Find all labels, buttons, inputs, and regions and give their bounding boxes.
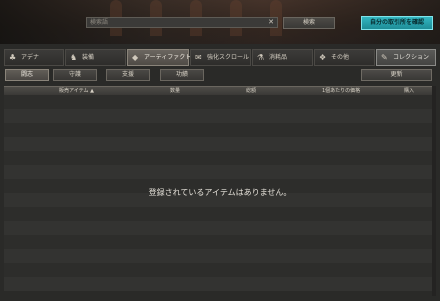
subtab-guardian[interactable]: 守護 <box>53 69 97 81</box>
tab-label: アデナ <box>21 54 40 61</box>
scroll-icon: ✉ <box>195 53 202 62</box>
table-row <box>4 263 432 277</box>
tab-other[interactable]: ❖ その他 <box>314 49 375 66</box>
table-row <box>4 165 432 179</box>
table-row <box>4 277 432 291</box>
column-header-quantity[interactable]: 数量 <box>170 87 180 95</box>
table-row <box>4 249 432 263</box>
table-row <box>4 151 432 165</box>
artifact-icon: ◆ <box>132 53 139 62</box>
tab-label: コレクション <box>393 54 430 61</box>
tab-label: 消耗品 <box>269 54 288 61</box>
tab-equipment[interactable]: ♞ 装備 <box>65 49 126 66</box>
tab-collection[interactable]: ✎ コレクション <box>376 49 436 66</box>
close-icon[interactable]: ✕ <box>268 18 274 27</box>
table-row <box>4 123 432 137</box>
tab-label: アーティファクト <box>144 54 192 61</box>
tab-adena[interactable]: ♣ アデナ <box>4 49 64 66</box>
collection-icon: ✎ <box>381 53 388 62</box>
table-row <box>4 207 432 221</box>
column-header-item[interactable]: 販売アイテム ▲ <box>59 87 94 95</box>
box-icon: ❖ <box>319 53 327 62</box>
tab-consumables[interactable]: ⚗ 消耗品 <box>252 49 313 66</box>
table-row <box>4 221 432 235</box>
column-header-total[interactable]: 総額 <box>246 87 256 95</box>
search-input[interactable]: 検索語 ✕ <box>86 17 278 28</box>
potion-icon: ⚗ <box>257 53 265 62</box>
tab-enhance-scroll[interactable]: ✉ 強化スクロール <box>190 49 251 66</box>
search-button[interactable]: 検索 <box>283 17 335 29</box>
subtab-achievement[interactable]: 功績 <box>160 69 204 81</box>
adena-icon: ♣ <box>9 53 17 62</box>
subtab-fighting-spirit[interactable]: 闘志 <box>5 69 49 81</box>
table-row <box>4 137 432 151</box>
tab-label: その他 <box>331 54 350 61</box>
equipment-icon: ♞ <box>70 53 78 62</box>
table-row <box>4 95 432 109</box>
tab-artifact[interactable]: ◆ アーティファクト <box>127 49 192 66</box>
subtab-support[interactable]: 支援 <box>106 69 150 81</box>
tab-label: 強化スクロール <box>207 54 250 61</box>
my-market-button[interactable]: 自分の取引所を確認 <box>361 16 433 30</box>
table-row <box>4 235 432 249</box>
category-tabs: ♣ アデナ ♞ 装備 ◆ アーティファクト ✉ 強化スクロール ⚗ 消耗品 ❖ … <box>4 49 436 66</box>
column-header-unit-price[interactable]: 1個あたりの価格 <box>322 87 360 95</box>
table-row <box>4 109 432 123</box>
search-placeholder: 検索語 <box>90 19 109 26</box>
tab-label: 装備 <box>82 54 95 61</box>
empty-list-message: 登録されているアイテムはありません。 <box>148 188 292 197</box>
refresh-button[interactable]: 更新 <box>361 69 432 81</box>
column-header-purchase: 購入 <box>404 88 415 94</box>
